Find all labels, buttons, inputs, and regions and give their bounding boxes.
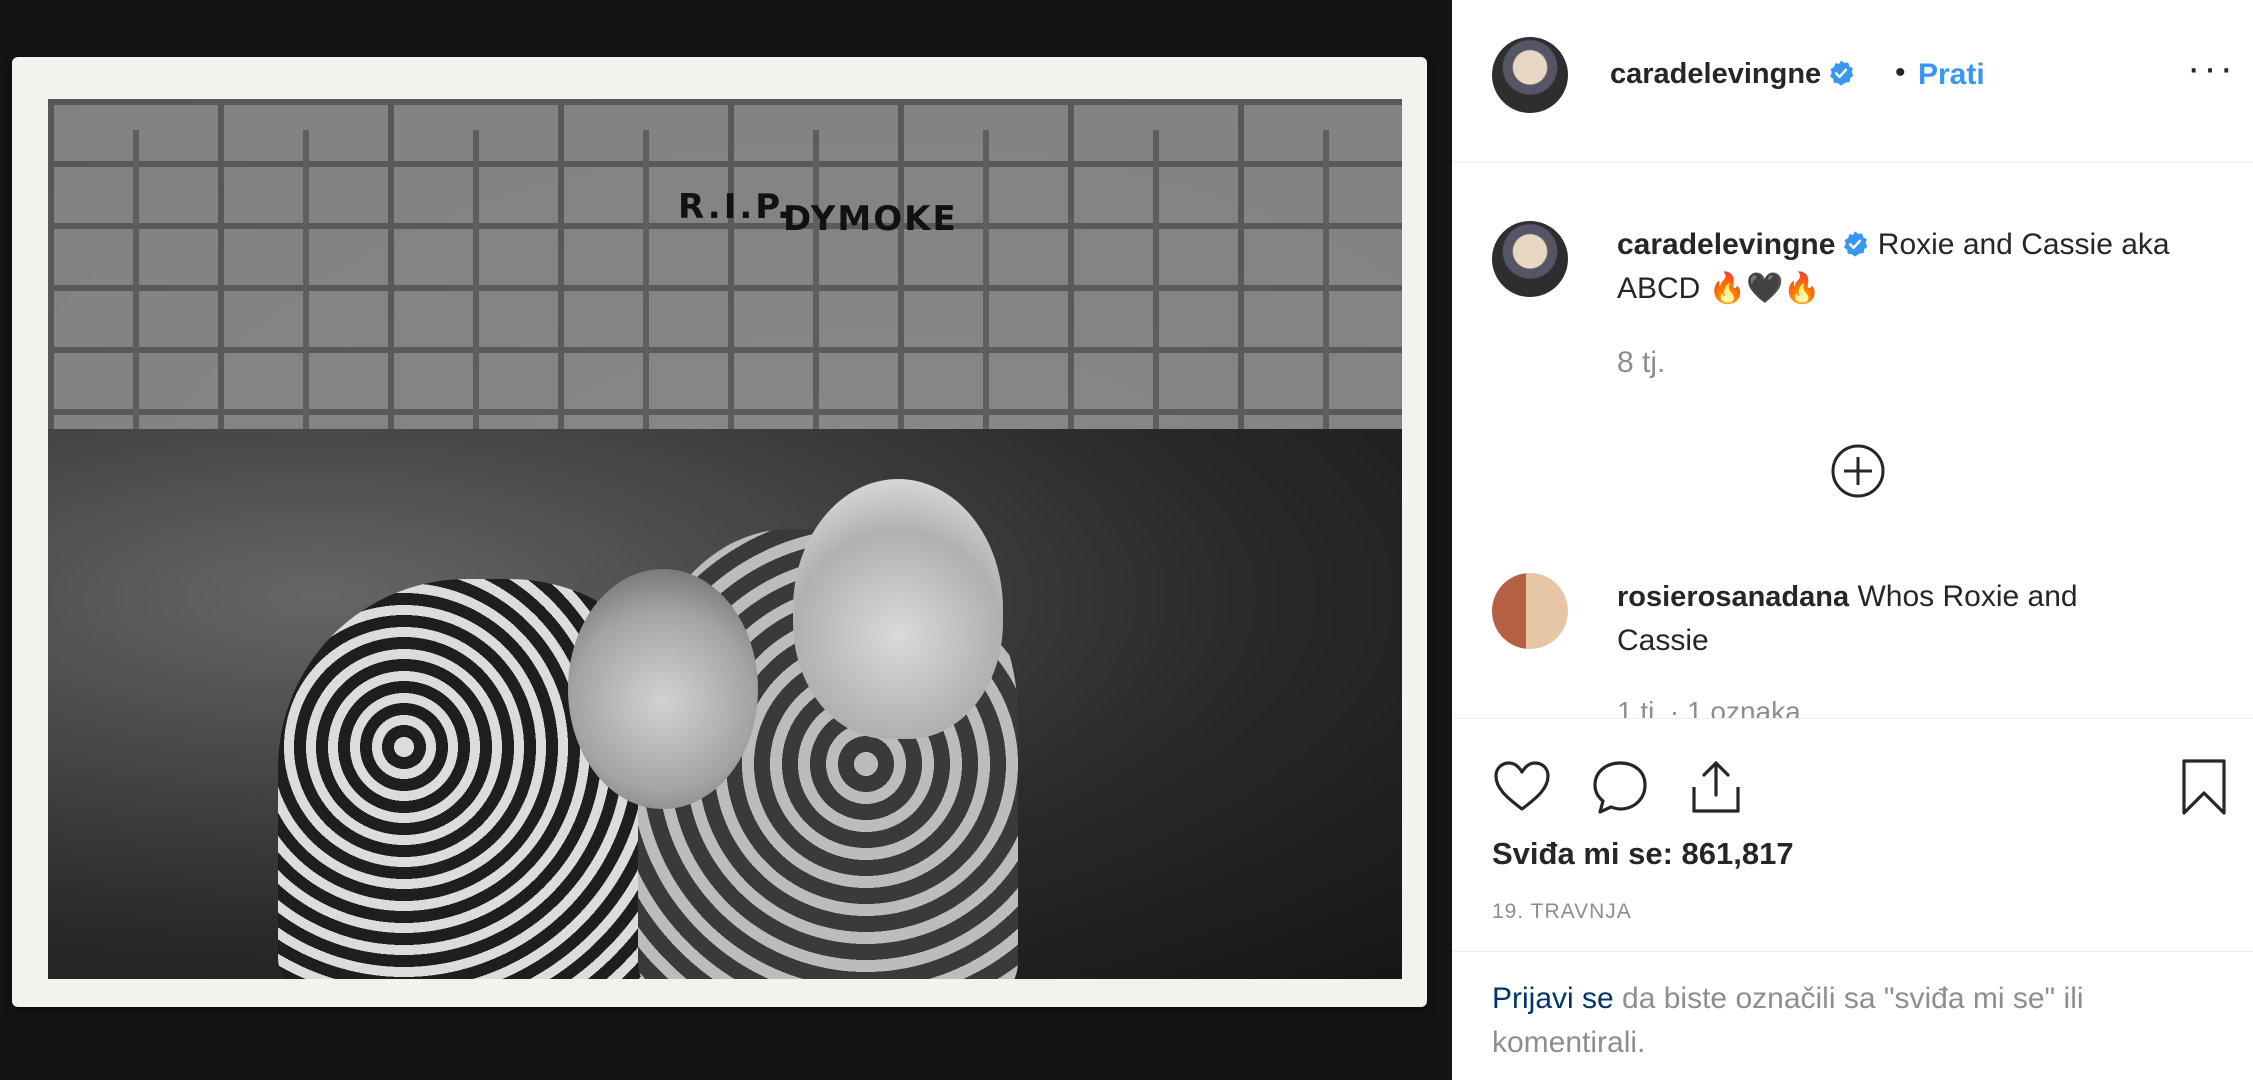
verified-badge-icon [1844,231,1868,257]
post-header: caradelevingne • Prati ··· [1452,0,2253,163]
caption-username-text[interactable]: caradelevingne [1617,228,1835,261]
separator-dot: • [1895,56,1906,89]
comment-bubble-icon[interactable] [1588,755,1652,819]
action-bar: Sviđa mi se: 861,817 19. TRAVNJA [1452,718,2253,949]
comments-section[interactable]: caradelevingne Roxie and Cassie aka ABCD… [1452,163,2253,718]
load-more-comments-icon[interactable] [1830,443,1886,499]
follow-button[interactable]: Prati [1918,58,1985,92]
comment-avatar[interactable] [1492,573,1568,649]
caption-username[interactable]: caradelevingne [1617,228,1869,261]
login-prompt-text: Prijavi se da biste označili sa "sviđa m… [1492,977,2192,1065]
caption: caradelevingne Roxie and Cassie aka ABCD… [1617,223,2177,311]
login-link[interactable]: Prijavi se [1492,982,1614,1015]
bookmark-icon[interactable] [2172,755,2236,819]
caption-time: 8 tj. [1617,346,1666,379]
more-options-icon[interactable]: ··· [2187,48,2236,88]
caption-avatar[interactable] [1492,221,1568,297]
person-right-head [793,479,1003,739]
comment-meta: 1 tj. · 1 oznaka [1617,696,1801,718]
comment: rosierosanadana Whos Roxie and Cassie [1617,575,2177,663]
person-left-head [568,569,758,809]
photo-image: R.I.P. DYMOKE [48,99,1402,979]
login-prompt: Prijavi se da biste označili sa "sviđa m… [1452,951,2253,1081]
graffiti-name: DYMOKE [783,199,958,239]
header-username[interactable]: caradelevingne [1610,58,1855,91]
graffiti-rip: R.I.P. [678,187,793,227]
verified-badge-icon [1830,60,1854,86]
post-sidebar: caradelevingne • Prati ··· caradelevingn… [1452,0,2253,1080]
likes-count[interactable]: Sviđa mi se: 861,817 [1492,836,1794,872]
share-icon[interactable] [1684,755,1748,819]
like-heart-icon[interactable] [1490,755,1554,819]
post-photo[interactable]: R.I.P. DYMOKE [0,0,1452,1080]
post-date: 19. TRAVNJA [1492,900,1632,923]
header-username-text[interactable]: caradelevingne [1610,58,1821,90]
avatar[interactable] [1492,37,1568,113]
comment-username[interactable]: rosierosanadana [1617,581,1849,613]
